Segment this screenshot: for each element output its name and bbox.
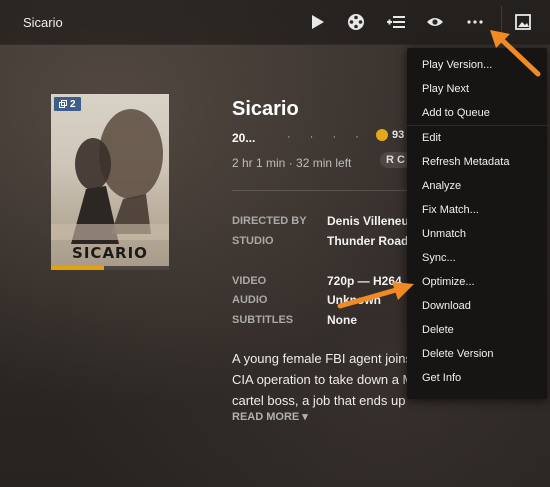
top-bar: Sicario [0, 0, 550, 45]
copy-icon [59, 100, 67, 108]
trailer-reel-icon[interactable] [346, 12, 366, 32]
menu-item-edit[interactable]: Edit [407, 126, 547, 150]
rating-dots: · · · · · [287, 131, 390, 143]
summary-line: cartel boss, a job that ends up [232, 393, 406, 408]
movie-poster[interactable]: 2 SICARIO [51, 94, 169, 270]
callout-arrow-icon [490, 30, 541, 77]
app-title: Sicario [23, 15, 63, 30]
summary-line: A young female FBI agent joins [232, 351, 412, 366]
menu-item-optimize[interactable]: Optimize... [407, 270, 547, 294]
movie-summary: A young female FBI agent joins CIA opera… [232, 348, 414, 411]
runtime: 2 hr 1 min · 32 min left [232, 156, 352, 170]
section-divider [232, 190, 422, 191]
versions-badge: 2 [54, 97, 81, 111]
menu-item-sync[interactable]: Sync... [407, 246, 547, 270]
watch-progress-bar [51, 266, 169, 270]
subtitles-label: SUBTITLES [232, 314, 294, 326]
menu-item-refresh-metadata[interactable]: Refresh Metadata [407, 150, 547, 174]
critic-score: 93 [376, 129, 404, 141]
menu-item-play-next[interactable]: Play Next [407, 77, 547, 101]
add-to-queue-icon[interactable] [386, 12, 406, 32]
watch-progress-fill [51, 266, 105, 270]
versions-count: 2 [70, 98, 76, 110]
director-value[interactable]: Denis Villeneu [327, 214, 409, 228]
audio-label: AUDIO [232, 294, 268, 306]
menu-item-delete[interactable]: Delete [407, 318, 547, 342]
more-options-menu: Play Version... Play Next Add to Queue E… [407, 48, 547, 399]
play-icon[interactable] [308, 12, 328, 32]
menu-item-download[interactable]: Download [407, 294, 547, 318]
menu-item-add-to-queue[interactable]: Add to Queue [407, 101, 547, 125]
summary-line: CIA operation to take down a M [232, 372, 414, 387]
read-more-link[interactable]: READ MORE ▾ [232, 410, 308, 423]
tomato-icon [376, 129, 388, 141]
menu-item-delete-version[interactable]: Delete Version [407, 342, 547, 366]
movie-year: 20... [232, 131, 256, 145]
poster-logo: SICARIO [72, 244, 148, 262]
video-label: VIDEO [232, 275, 267, 287]
menu-item-get-info[interactable]: Get Info [407, 366, 547, 390]
critic-score-value: 93 [392, 129, 405, 141]
menu-item-unmatch[interactable]: Unmatch [407, 222, 547, 246]
studio-value[interactable]: Thunder Road [327, 234, 408, 248]
eye-icon[interactable] [425, 12, 445, 32]
more-icon[interactable] [465, 12, 485, 32]
menu-item-fix-match[interactable]: Fix Match... [407, 198, 547, 222]
director-label: DIRECTED BY [232, 215, 307, 227]
studio-label: STUDIO [232, 235, 274, 247]
movie-title: Sicario [232, 98, 299, 120]
callout-arrow-icon [337, 282, 414, 309]
subtitles-value: None [327, 313, 357, 327]
menu-item-analyze[interactable]: Analyze [407, 174, 547, 198]
